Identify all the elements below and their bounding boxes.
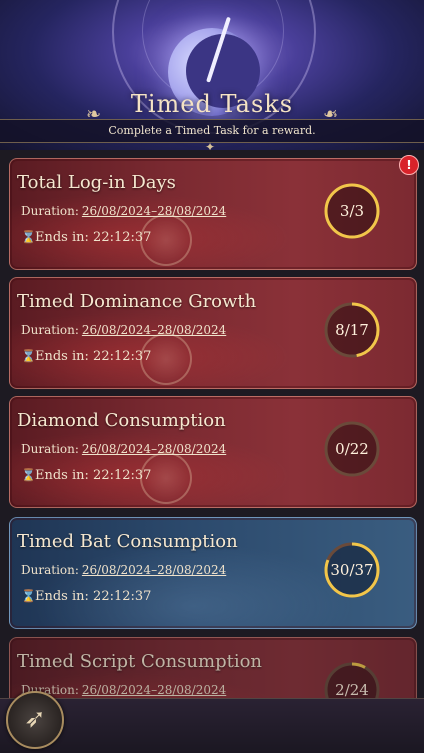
hourglass-icon: ⌛ [21,230,36,244]
ends-time: 22:12:37 [93,468,152,483]
progress-ring: 8/17 [322,300,382,360]
duration-label: Duration: [21,323,79,337]
task-card-diamond-consumption[interactable]: Diamond Consumption Duration: 26/08/2024–… [9,396,417,508]
progress-ring: 0/22 [322,419,382,479]
task-list[interactable]: Total Log-in Days Duration: 26/08/2024–28… [0,150,424,698]
task-card-total-login-days[interactable]: Total Log-in Days Duration: 26/08/2024–28… [9,158,417,270]
task-card-timed-script-consumption[interactable]: Timed Script Consumption Duration: 26/08/… [9,637,417,698]
duration-dates: 26/08/2024–28/08/2024 [81,683,227,697]
duration-label: Duration: [21,563,79,577]
hourglass-icon: ⌛ [21,349,36,363]
title-band: Timed Tasks [0,90,424,120]
progress-ring: 2/24 [322,660,382,698]
progress-count: 8/17 [335,321,369,339]
task-name: Timed Script Consumption [17,651,263,672]
duration-dates: 26/08/2024–28/08/2024 [81,204,227,218]
ends-time: 22:12:37 [93,230,152,245]
task-ends-in: ⌛Ends in: 22:12:37 [21,589,151,604]
progress-ring: 3/3 [322,181,382,241]
task-duration: Duration: 26/08/2024–28/08/2024 [21,442,226,456]
task-card-timed-bat-consumption[interactable]: Timed Bat Consumption Duration: 26/08/202… [9,517,417,629]
progress-count: 30/37 [330,561,374,579]
page-title: Timed Tasks [130,90,294,118]
task-name: Timed Bat Consumption [17,531,238,552]
progress-count: 2/24 [335,681,369,698]
ends-time: 22:12:37 [93,589,152,604]
duration-dates: 26/08/2024–28/08/2024 [81,442,227,456]
task-card-timed-dominance-growth[interactable]: Timed Dominance Growth Duration: 26/08/20… [9,277,417,389]
task-name: Timed Dominance Growth [17,291,257,312]
task-duration: Duration: 26/08/2024–28/08/2024 [21,323,226,337]
page-subtitle: Complete a Timed Task for a reward. [108,124,316,137]
footer-bar [0,698,424,753]
progress-count: 3/3 [339,202,365,220]
task-name: Total Log-in Days [17,172,176,193]
hourglass-icon: ⌛ [21,589,36,603]
hourglass-icon: ⌛ [21,468,36,482]
task-ends-in: ⌛Ends in: 22:12:37 [21,230,151,245]
ends-label: Ends in: [35,589,89,604]
alert-icon: ! [399,155,419,175]
progress-count: 0/22 [335,440,369,458]
ends-label: Ends in: [35,230,89,245]
ends-label: Ends in: [35,468,89,483]
task-name: Diamond Consumption [17,410,226,431]
ends-time: 22:12:37 [93,349,152,364]
back-arrow-icon: ➶ [24,704,46,734]
duration-dates: 26/08/2024–28/08/2024 [81,323,227,337]
task-duration: Duration: 26/08/2024–28/08/2024 [21,204,226,218]
duration-dates: 26/08/2024–28/08/2024 [81,563,227,577]
task-ends-in: ⌛Ends in: 22:12:37 [21,468,151,483]
ends-label: Ends in: [35,349,89,364]
progress-ring: 30/37 [322,540,382,600]
duration-label: Duration: [21,204,79,218]
back-button[interactable]: ➶ [6,691,64,749]
header-banner: ❧ ❧ Timed Tasks Complete a Timed Task fo… [0,0,424,150]
divider-gem-icon: ✦ [205,140,216,150]
task-duration: Duration: 26/08/2024–28/08/2024 [21,683,226,697]
duration-label: Duration: [21,442,79,456]
task-ends-in: ⌛Ends in: 22:12:37 [21,349,151,364]
task-duration: Duration: 26/08/2024–28/08/2024 [21,563,226,577]
